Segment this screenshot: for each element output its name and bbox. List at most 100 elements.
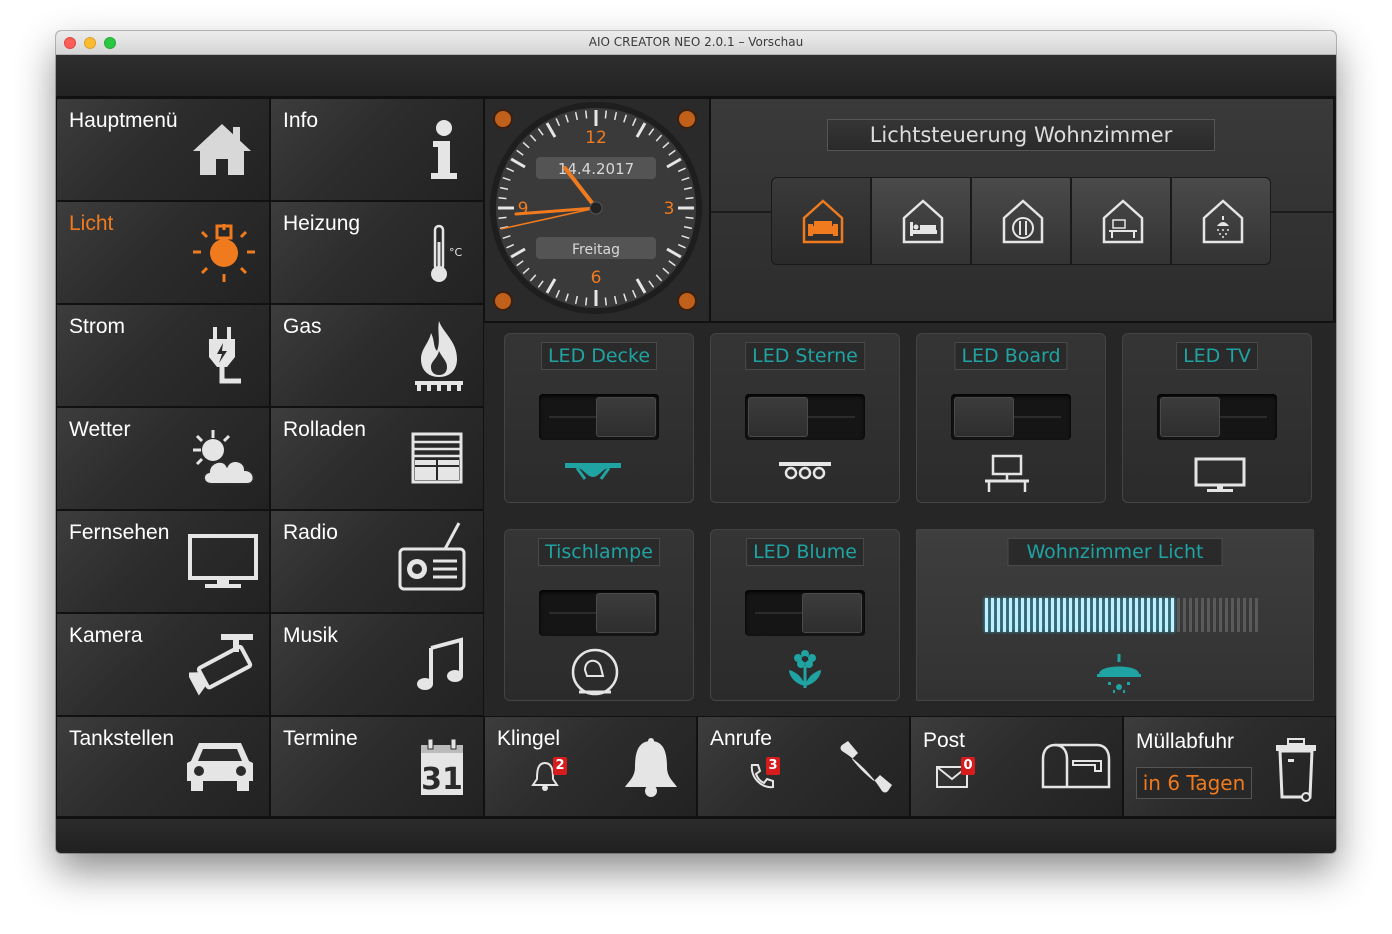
toggle-switch[interactable] bbox=[951, 394, 1071, 440]
bathroom-icon bbox=[1202, 199, 1244, 244]
clock-tick bbox=[685, 197, 694, 200]
toggle-switch[interactable] bbox=[539, 590, 659, 636]
dimmer-segment bbox=[1135, 598, 1138, 632]
menu-tile-strom[interactable]: Strom bbox=[56, 304, 270, 407]
desk-icon bbox=[985, 454, 1029, 492]
status-tile-muellabfuhr[interactable]: Müllabfuhr in 6 Tagen bbox=[1123, 716, 1336, 817]
room-button-office[interactable] bbox=[1071, 177, 1171, 265]
flame-icon bbox=[415, 321, 463, 391]
menu-tile-termine[interactable]: Termine 31 bbox=[270, 716, 484, 817]
thermometer-icon: °C bbox=[431, 224, 463, 282]
dimmer-slider[interactable] bbox=[985, 598, 1259, 632]
room-button-bedroom[interactable] bbox=[871, 177, 971, 265]
bell-icon bbox=[625, 738, 677, 797]
dimmer-segment bbox=[1213, 598, 1216, 632]
ceiling-led-icon bbox=[565, 463, 621, 480]
menu-tile-label: Heizung bbox=[283, 212, 361, 235]
device-card-led-tv: LED TV bbox=[1122, 333, 1312, 503]
dimmer-segment bbox=[1219, 598, 1222, 632]
lighting-control-panel: Lichtsteuerung Wohnzimmer bbox=[710, 98, 1334, 322]
menu-tile-rolladen[interactable]: Rolladen bbox=[270, 407, 484, 510]
room-button-living-room[interactable] bbox=[771, 177, 871, 265]
dimmer-segment bbox=[1069, 598, 1072, 632]
lamp-icon bbox=[571, 648, 619, 696]
clock-numeral-12: 12 bbox=[585, 128, 607, 148]
dimmer-segment bbox=[1243, 598, 1246, 632]
dimmer-segment bbox=[1057, 598, 1060, 632]
toggle-switch[interactable] bbox=[745, 394, 865, 440]
window-title: AIO CREATOR NEO 2.0.1 – Vorschau bbox=[588, 35, 804, 49]
toggle-switch[interactable] bbox=[745, 590, 865, 636]
device-card-led-decke: LED Decke bbox=[504, 333, 694, 503]
menu-tile-gas[interactable]: Gas bbox=[270, 304, 484, 407]
menu-tile-radio[interactable]: Radio bbox=[270, 510, 484, 613]
device-label: LED Blume bbox=[746, 538, 864, 566]
menu-tile-label: Radio bbox=[283, 521, 338, 544]
menu-tile-label: Rolladen bbox=[283, 418, 366, 441]
toggle-switch[interactable] bbox=[1157, 394, 1277, 440]
trash-can-icon bbox=[1276, 738, 1316, 802]
info-icon bbox=[431, 120, 457, 179]
menu-tile-label: Strom bbox=[69, 315, 126, 338]
menu-tile-heizung[interactable]: Heizung °C bbox=[270, 201, 484, 304]
mailbox-icon bbox=[1041, 743, 1111, 789]
monitor-icon bbox=[1194, 457, 1246, 492]
main-area: Hauptmenü Info Licht Heizung °C Strom Ga… bbox=[56, 98, 1336, 817]
device-card-led-blume: LED Blume bbox=[710, 529, 900, 701]
menu-tile-licht[interactable]: Licht bbox=[56, 201, 270, 304]
status-tile-post[interactable]: Post 0 bbox=[910, 716, 1123, 817]
device-label: LED Sterne bbox=[745, 342, 865, 370]
dimmer-label: Wohnzimmer Licht bbox=[1007, 538, 1223, 566]
title-bar: AIO CREATOR NEO 2.0.1 – Vorschau bbox=[56, 31, 1336, 55]
menu-tile-kamera[interactable]: Kamera bbox=[56, 613, 270, 716]
room-button-kitchen[interactable] bbox=[971, 177, 1071, 265]
clock-tick bbox=[498, 216, 507, 219]
dimmer-segment bbox=[1189, 598, 1192, 632]
room-button-bathroom[interactable] bbox=[1171, 177, 1271, 265]
svg-text:°C: °C bbox=[449, 246, 463, 259]
bottom-bar bbox=[56, 817, 1336, 853]
anrufe-count-badge: 3 bbox=[766, 757, 780, 775]
dimmer-segment bbox=[1039, 598, 1042, 632]
menu-tile-info[interactable]: Info bbox=[270, 98, 484, 201]
calendar-day: 31 bbox=[421, 762, 463, 797]
dimmer-segment bbox=[1141, 598, 1144, 632]
bedroom-icon bbox=[902, 199, 944, 244]
room-selector bbox=[771, 177, 1271, 265]
device-label: LED TV bbox=[1176, 342, 1258, 370]
clock-numeral-3: 3 bbox=[664, 199, 675, 219]
menu-tile-label: Kamera bbox=[69, 624, 143, 647]
dimmer-segment bbox=[1237, 598, 1240, 632]
menu-tile-fernsehen[interactable]: Fernsehen bbox=[56, 510, 270, 613]
status-tile-klingel[interactable]: Klingel 2 bbox=[484, 716, 697, 817]
menu-tile-hauptmenu[interactable]: Hauptmenü bbox=[56, 98, 270, 201]
menu-tile-label: Info bbox=[283, 109, 319, 132]
menu-tile-label: Wetter bbox=[69, 418, 131, 441]
menu-tile-label: Musik bbox=[283, 624, 338, 647]
dimmer-segment bbox=[1105, 598, 1108, 632]
car-icon bbox=[187, 743, 253, 791]
sun-icon bbox=[193, 224, 255, 282]
menu-tile-label: Fernsehen bbox=[69, 521, 170, 544]
dimmer-segment bbox=[1153, 598, 1156, 632]
dimmer-segment bbox=[1021, 598, 1024, 632]
dimmer-segment bbox=[1123, 598, 1126, 632]
dimmer-segment bbox=[1201, 598, 1204, 632]
clock-tick bbox=[585, 297, 588, 306]
toggle-switch[interactable] bbox=[539, 394, 659, 440]
dimmer-segment bbox=[1075, 598, 1078, 632]
app-window: AIO CREATOR NEO 2.0.1 – Vorschau Hauptme… bbox=[56, 31, 1336, 853]
menu-tile-musik[interactable]: Musik bbox=[270, 613, 484, 716]
ceiling-lamp-icon bbox=[1097, 654, 1141, 693]
menu-tile-wetter[interactable]: Wetter bbox=[56, 407, 270, 510]
device-label: LED Board bbox=[954, 342, 1068, 370]
post-count-badge: 0 bbox=[961, 757, 975, 775]
menu-tile-tankstellen[interactable]: Tankstellen bbox=[56, 716, 270, 817]
tv-icon bbox=[188, 534, 258, 588]
radio-icon bbox=[398, 522, 466, 591]
dimmer-segment bbox=[1093, 598, 1096, 632]
top-bar bbox=[56, 55, 1336, 98]
office-icon bbox=[1102, 199, 1144, 244]
status-tile-anrufe[interactable]: Anrufe 3 bbox=[697, 716, 910, 817]
weather-icon bbox=[193, 430, 255, 485]
